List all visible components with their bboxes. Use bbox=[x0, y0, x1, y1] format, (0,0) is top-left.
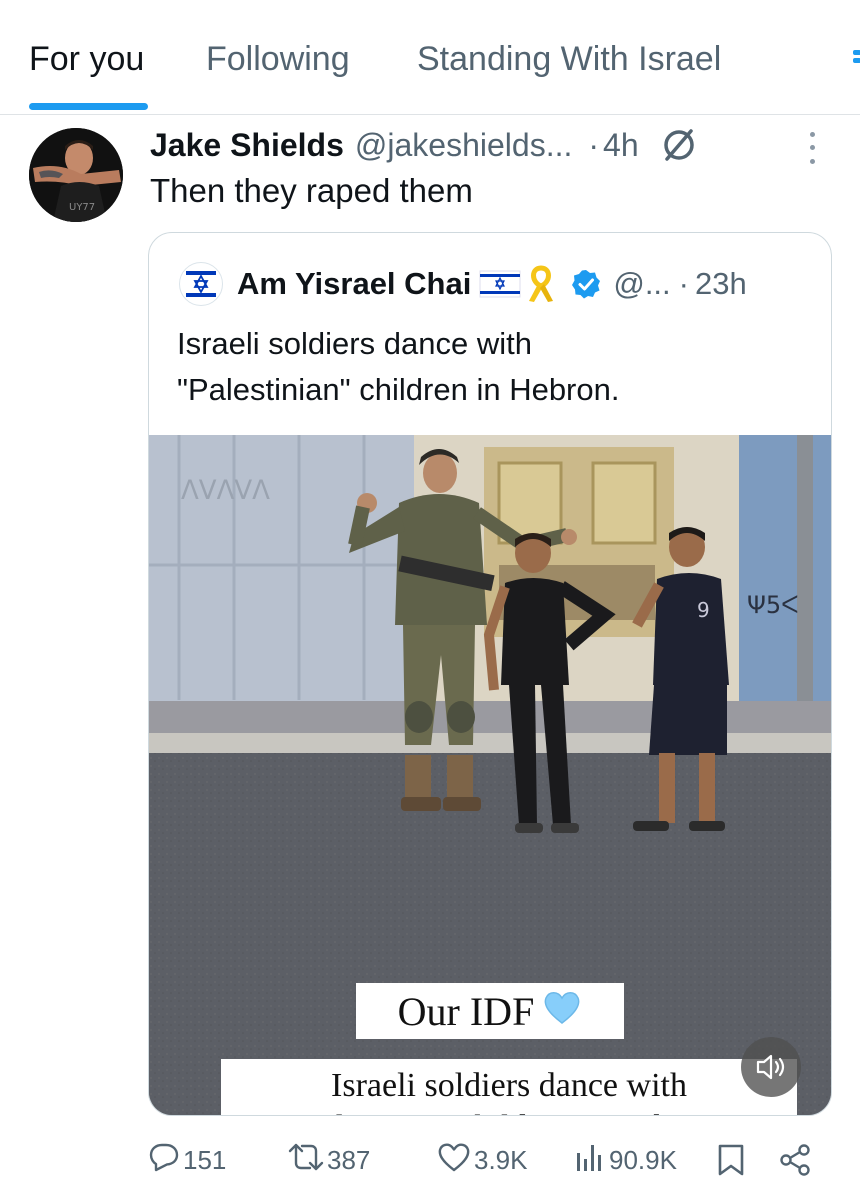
post-header: Jake Shields @jakeshields... · 4h bbox=[150, 124, 699, 166]
jersey-number: 9 bbox=[697, 598, 710, 622]
quoted-post[interactable]: Am Yisrael Chai @... · 23h Israeli soldi… bbox=[148, 232, 832, 1116]
author-handle[interactable]: @jakeshields... bbox=[355, 127, 572, 164]
share-icon[interactable] bbox=[778, 1138, 815, 1182]
quote-text-line-2: "Palestinian" children in Hebron. bbox=[177, 372, 620, 407]
tab-overflow-partial[interactable] bbox=[850, 44, 860, 74]
reply-count: 151 bbox=[183, 1144, 227, 1175]
quote-author-name[interactable]: Am Yisrael Chai bbox=[237, 266, 471, 302]
author-name[interactable]: Jake Shields bbox=[150, 127, 344, 164]
video-caption-box-1: Our IDF bbox=[356, 983, 624, 1039]
author-avatar[interactable]: UY77 bbox=[29, 128, 123, 222]
time-separator: · bbox=[588, 126, 600, 163]
like-count: 3.9K bbox=[474, 1144, 528, 1175]
video-player[interactable]: ᐱᐯᐱᐯᐱ Ψ5ᐸ 9 Our IDF Israeli soldiers dan… bbox=[149, 435, 831, 1115]
quote-time-separator: · bbox=[678, 266, 689, 301]
timeline-tabs: For you Following Standing With Israel bbox=[0, 0, 860, 115]
post-time[interactable]: 4h bbox=[603, 127, 639, 164]
quote-text-line-1: Israeli soldiers dance with bbox=[177, 326, 532, 361]
quote-author-handle[interactable]: @... bbox=[613, 266, 670, 302]
tab-for-you[interactable]: For you bbox=[29, 40, 144, 79]
heart-icon bbox=[437, 1141, 474, 1180]
svg-text:UY77: UY77 bbox=[69, 202, 95, 213]
quote-header: Am Yisrael Chai @... · 23h bbox=[179, 259, 747, 309]
bookmark-icon[interactable] bbox=[716, 1138, 749, 1182]
more-icon[interactable] bbox=[800, 128, 824, 168]
tab-following[interactable]: Following bbox=[206, 40, 350, 79]
active-tab-indicator bbox=[29, 103, 148, 110]
grok-icon[interactable] bbox=[659, 125, 699, 165]
like-button[interactable]: 3.9K bbox=[437, 1138, 528, 1182]
repost-count: 387 bbox=[327, 1144, 371, 1175]
views-icon bbox=[574, 1141, 609, 1180]
quote-text: Israeli soldiers dance with "Palestinian… bbox=[177, 321, 807, 413]
sound-off-icon[interactable] bbox=[741, 1037, 801, 1097]
post-text: Then they raped them bbox=[150, 172, 473, 209]
wall-graffiti-left: ᐱᐯᐱᐯᐱ bbox=[181, 476, 270, 506]
reply-icon bbox=[148, 1141, 183, 1180]
israel-flag-icon bbox=[479, 269, 521, 299]
yellow-ribbon-icon bbox=[523, 264, 559, 304]
views-count: 90.9K bbox=[609, 1144, 677, 1175]
quote-author-avatar[interactable] bbox=[179, 262, 223, 306]
reply-button[interactable]: 151 bbox=[148, 1138, 226, 1182]
wall-graffiti: Ψ5ᐸ bbox=[747, 591, 799, 619]
verified-badge-icon[interactable] bbox=[571, 269, 601, 299]
video-caption-2-cut: Palestinian children in Hebron bbox=[221, 1105, 797, 1115]
light-blue-heart-icon bbox=[542, 988, 582, 1035]
post-action-bar: 151 387 3.9K 90.9K bbox=[0, 1138, 860, 1182]
video-caption-2: Israeli soldiers dance with bbox=[331, 1067, 687, 1104]
views-button[interactable]: 90.9K bbox=[574, 1138, 677, 1182]
video-caption-box-2: Israeli soldiers dance with Palestinian … bbox=[221, 1059, 797, 1115]
repost-button[interactable]: 387 bbox=[288, 1138, 370, 1182]
tab-standing-with-israel[interactable]: Standing With Israel bbox=[417, 40, 721, 79]
repost-icon bbox=[288, 1141, 327, 1180]
video-caption-1: Our IDF bbox=[397, 988, 535, 1034]
quote-time[interactable]: 23h bbox=[695, 266, 747, 302]
